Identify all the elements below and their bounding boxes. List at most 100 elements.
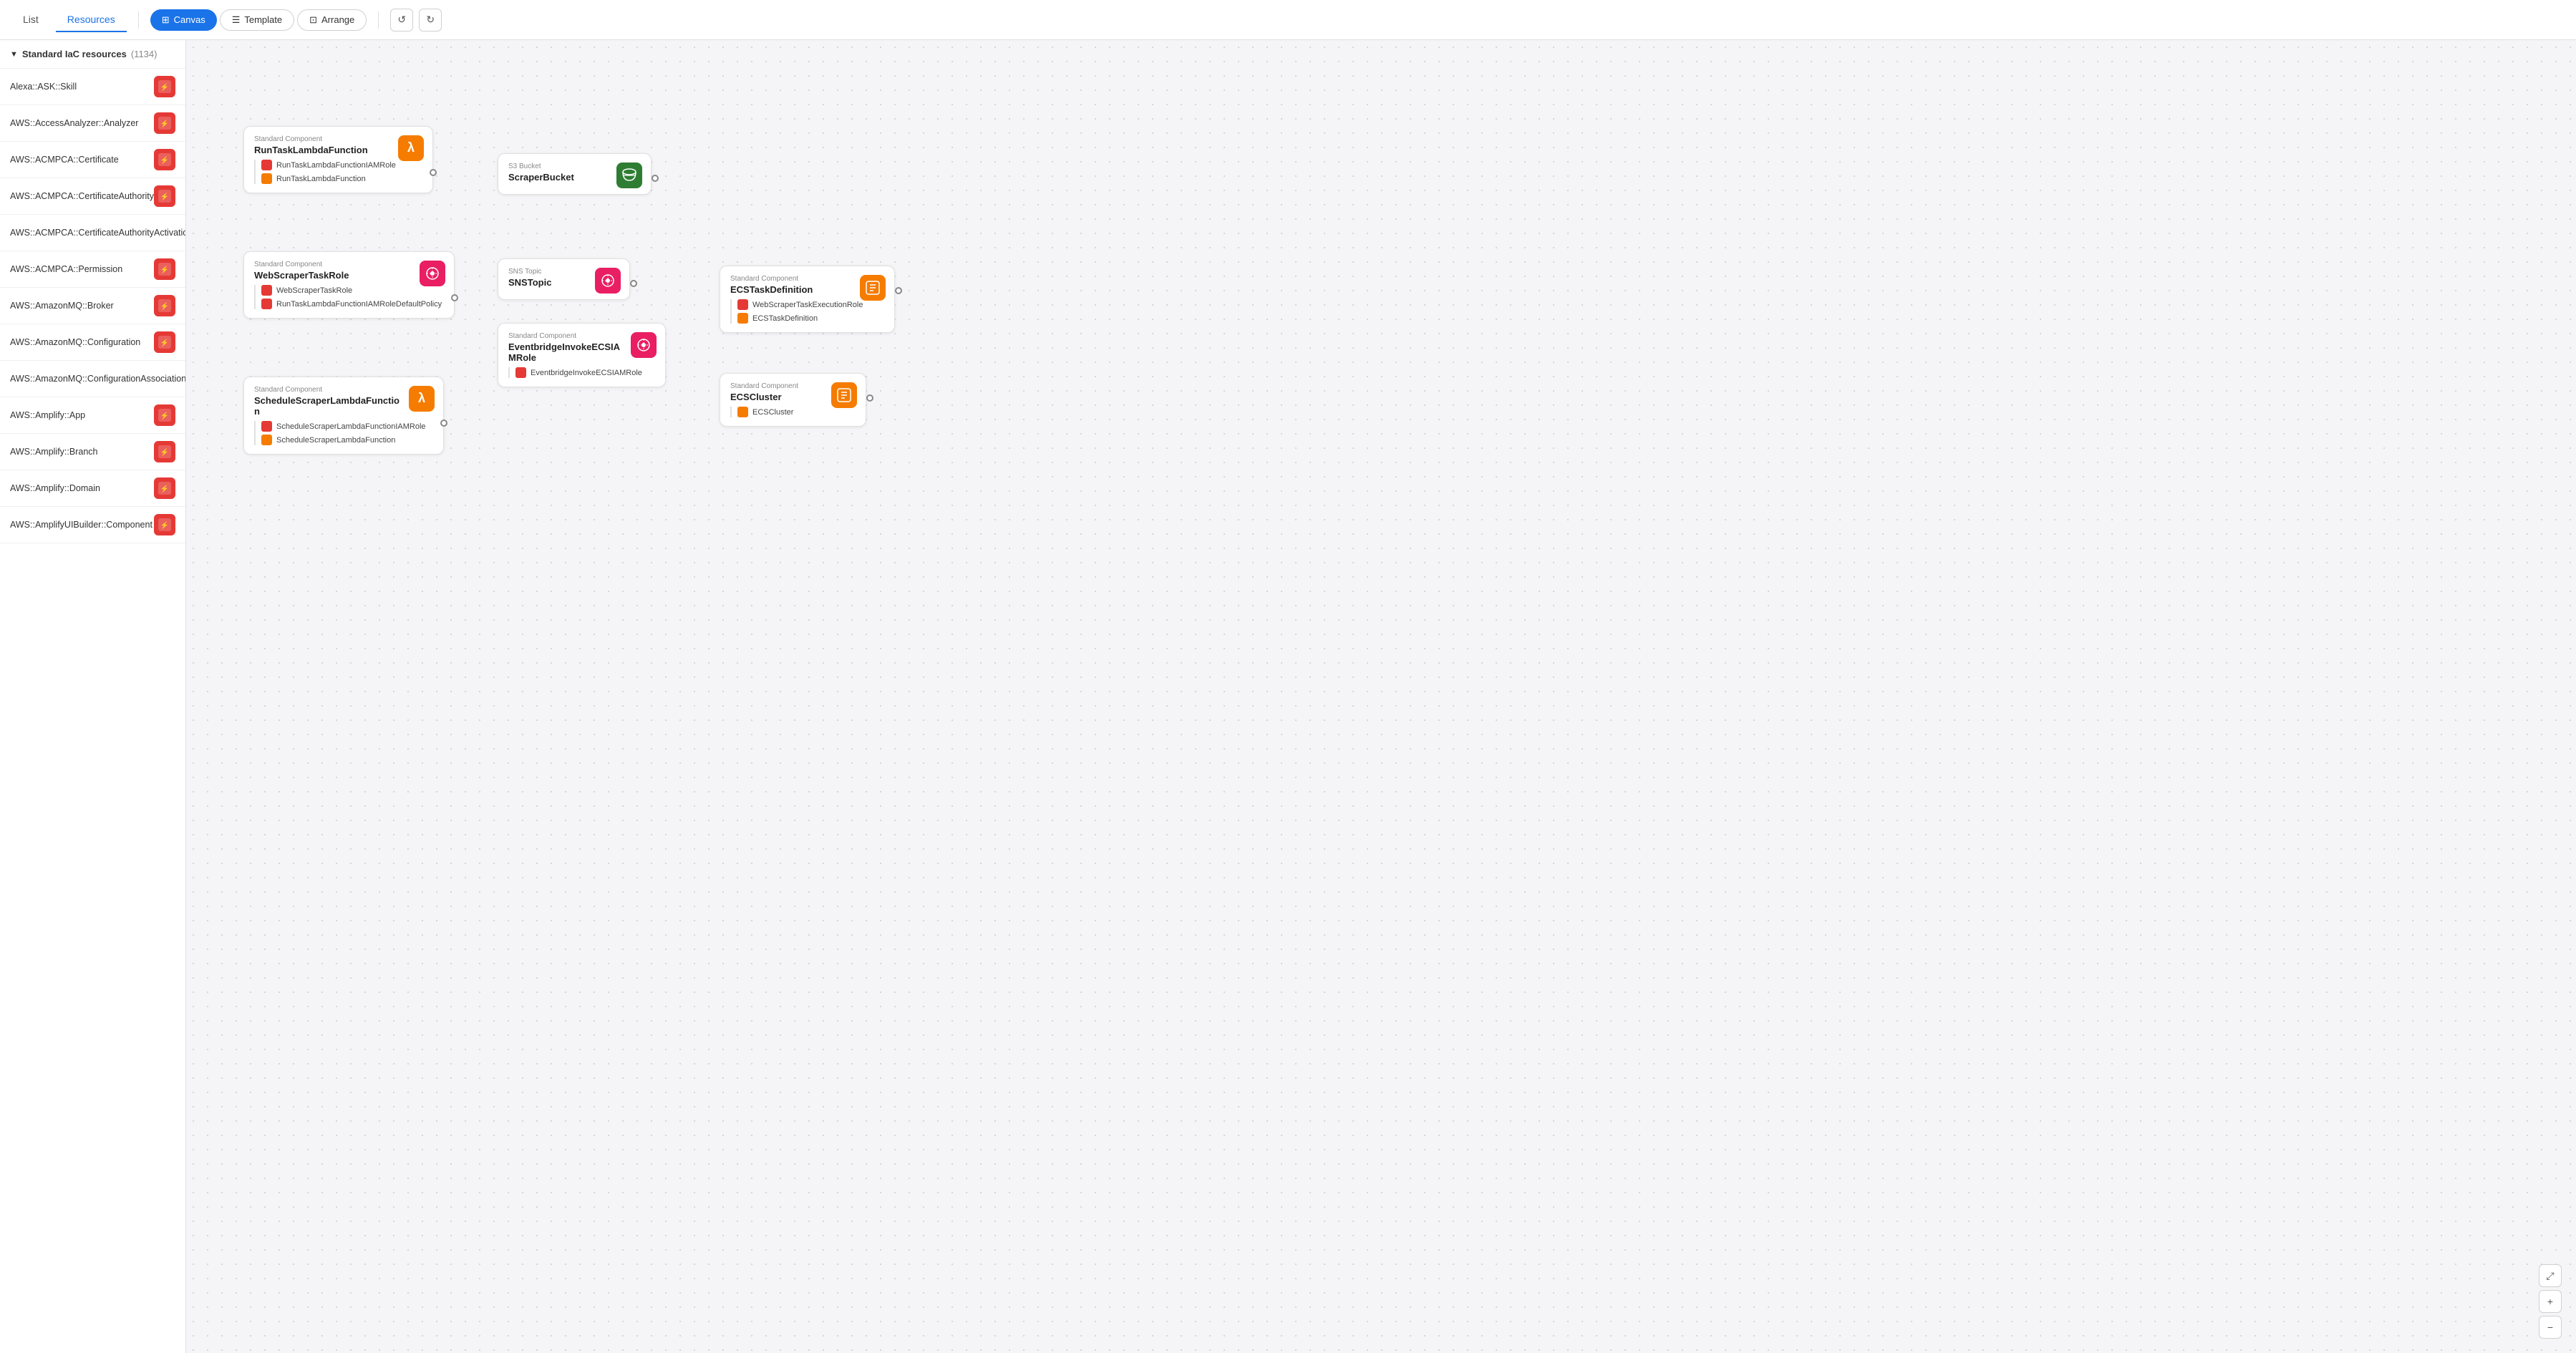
sidebar-chevron: ▼ (10, 50, 18, 59)
canvas-node-sns-topic[interactable]: SNS Topic SNSTopic (498, 258, 630, 300)
canvas-node-schedule-scraper[interactable]: Standard Component ScheduleScraperLambda… (243, 377, 444, 455)
sidebar-item[interactable]: AWS::ACMPCA::Permission ⚡ (0, 251, 185, 288)
canvas-node-ecs-cluster[interactable]: Standard Component ECSCluster ECSCluster (720, 373, 866, 427)
canvas-node-web-scraper-task-role[interactable]: Standard Component WebScraperTaskRole We… (243, 251, 455, 319)
sidebar-item-icon: ⚡ (154, 258, 175, 280)
sidebar-item[interactable]: AWS::AmazonMQ::Broker ⚡ (0, 288, 185, 324)
output-connector (430, 169, 437, 176)
node-type-label: S3 Bucket (508, 163, 609, 170)
svg-text:⚡: ⚡ (160, 484, 169, 493)
sidebar-item-label: AWS::ACMPCA::Certificate (10, 155, 154, 165)
node-title: ECSCluster (730, 392, 824, 402)
sidebar-item-icon: ⚡ (154, 185, 175, 207)
tab-list[interactable]: List (11, 8, 50, 32)
canvas-icon: ⊞ (162, 14, 170, 26)
sidebar-item-label: AWS::AccessAnalyzer::Analyzer (10, 118, 154, 128)
sidebar-item-icon: ⚡ (154, 76, 175, 97)
node-type-label: Standard Component (254, 261, 412, 268)
canvas-node-ecs-task-definition[interactable]: Standard Component ECSTaskDefinition Web… (720, 266, 895, 333)
node-title: WebScraperTaskRole (254, 270, 412, 281)
canvas-area[interactable]: Standard Component RunTaskLambdaFunction… (186, 40, 2576, 1353)
zoom-in-button[interactable]: + (2539, 1290, 2562, 1313)
sidebar-header: ▼ Standard IaC resources (1134) (0, 40, 185, 69)
svg-text:⚡: ⚡ (160, 301, 169, 311)
node-type-label: Standard Component (254, 386, 402, 394)
svg-text:⚡: ⚡ (160, 411, 169, 420)
sidebar-item-label: AWS::AmazonMQ::Broker (10, 301, 154, 311)
canvas-node-eventbridge[interactable]: Standard Component EventbridgeInvokeECSI… (498, 323, 666, 387)
node-title: RunTaskLambdaFunction (254, 145, 391, 155)
canvas-nodes: Standard Component RunTaskLambdaFunction… (186, 40, 2576, 1353)
node-type-label: Standard Component (730, 275, 853, 283)
sidebar-item-icon: ⚡ (154, 149, 175, 170)
tab-resources[interactable]: Resources (56, 8, 127, 32)
sidebar-item[interactable]: AWS::ACMPCA::CertificateAuthority ⚡ (0, 178, 185, 215)
zoom-out-button[interactable]: − (2539, 1316, 2562, 1339)
svg-text:⚡: ⚡ (160, 119, 169, 128)
topbar: List Resources ⊞ Canvas ☰ Template ⊡ Arr… (0, 0, 2576, 40)
undo-button[interactable]: ↺ (390, 9, 413, 31)
sidebar-item[interactable]: AWS::ACMPCA::CertificateAuthorityActivat… (0, 215, 185, 251)
sidebar-item-icon: ⚡ (154, 112, 175, 134)
template-icon: ☰ (232, 14, 241, 26)
node-type-label: SNS Topic (508, 268, 588, 276)
node-title: ScraperBucket (508, 172, 609, 183)
sidebar-item-label: AWS::Amplify::Branch (10, 447, 154, 457)
sidebar-item[interactable]: AWS::AmazonMQ::Configuration ⚡ (0, 324, 185, 361)
svg-text:⚡: ⚡ (160, 520, 169, 530)
sidebar-item[interactable]: AWS::Amplify::Branch⚡ (0, 434, 185, 470)
sidebar-item[interactable]: AWS::Amplify::App ⚡ (0, 397, 185, 434)
svg-text:⚡: ⚡ (160, 192, 169, 201)
svg-text:⚡: ⚡ (160, 338, 169, 347)
sidebar: ▼ Standard IaC resources (1134) Alexa::A… (0, 40, 186, 1353)
sidebar-item[interactable]: AWS::AccessAnalyzer::Analyzer ⚡ (0, 105, 185, 142)
canvas-node-s3-bucket[interactable]: S3 Bucket ScraperBucket (498, 153, 652, 195)
canvas-controls: ⤢ + − (2539, 1264, 2562, 1339)
sidebar-item-label: AWS::AmplifyUIBuilder::Component (10, 520, 154, 530)
sidebar-list: Alexa::ASK::Skill⚡AWS::AccessAnalyzer::A… (0, 69, 185, 1353)
canvas-button[interactable]: ⊞ Canvas (150, 9, 217, 31)
sidebar-item-label: AWS::ACMPCA::Permission (10, 264, 154, 274)
output-connector (451, 294, 458, 301)
svg-text:⚡: ⚡ (160, 265, 169, 274)
node-type-label: Standard Component (508, 332, 624, 340)
arrange-icon: ⊡ (309, 14, 317, 26)
output-connector (630, 280, 637, 287)
sidebar-item[interactable]: AWS::AmazonMQ::ConfigurationAssociation⚡ (0, 361, 185, 397)
svg-text:⚡: ⚡ (160, 155, 169, 165)
svg-text:λ: λ (418, 391, 425, 405)
main-layout: ▼ Standard IaC resources (1134) Alexa::A… (0, 40, 2576, 1353)
sidebar-item-label: AWS::Amplify::Domain (10, 483, 154, 493)
node-type-label: Standard Component (730, 382, 824, 390)
redo-button[interactable]: ↻ (419, 9, 442, 31)
sidebar-item[interactable]: Alexa::ASK::Skill ⚡ (0, 69, 185, 105)
topbar-divider2 (378, 11, 379, 29)
sidebar-item-label: AWS::AmazonMQ::ConfigurationAssociation (10, 374, 185, 384)
output-connector (652, 175, 659, 182)
output-connector (440, 420, 447, 427)
sidebar-item-label: AWS::ACMPCA::CertificateAuthorityActivat… (10, 228, 185, 238)
output-connector (866, 394, 873, 402)
sidebar-item-icon: ⚡ (154, 514, 175, 535)
sidebar-item-label: AWS::ACMPCA::CertificateAuthority (10, 191, 154, 201)
arrange-button[interactable]: ⊡ Arrange (297, 9, 367, 31)
sidebar-item-icon: ⚡ (154, 477, 175, 499)
sidebar-item[interactable]: AWS::ACMPCA::Certificate ⚡ (0, 142, 185, 178)
sidebar-item-label: AWS::AmazonMQ::Configuration (10, 337, 154, 347)
canvas-node-run-task-lambda[interactable]: Standard Component RunTaskLambdaFunction… (243, 126, 433, 193)
view-buttons: ⊞ Canvas ☰ Template ⊡ Arrange (150, 9, 367, 31)
sidebar-item-label: AWS::Amplify::App (10, 410, 154, 420)
output-connector (895, 287, 902, 294)
sidebar-item-icon: ⚡ (154, 331, 175, 353)
node-title: ECSTaskDefinition (730, 284, 853, 295)
sidebar-item-icon: ⚡ (154, 295, 175, 316)
sidebar-item-icon: ⚡ (154, 441, 175, 462)
node-title: EventbridgeInvokeECSIAMRole (508, 341, 624, 363)
svg-text:⚡: ⚡ (160, 82, 169, 92)
fit-screen-button[interactable]: ⤢ (2539, 1264, 2562, 1287)
node-type-label: Standard Component (254, 135, 391, 143)
sidebar-item-label: Alexa::ASK::Skill (10, 82, 154, 92)
sidebar-item[interactable]: AWS::AmplifyUIBuilder::Component ⚡ (0, 507, 185, 543)
sidebar-item[interactable]: AWS::Amplify::Domain ⚡ (0, 470, 185, 507)
template-button[interactable]: ☰ Template (220, 9, 294, 31)
